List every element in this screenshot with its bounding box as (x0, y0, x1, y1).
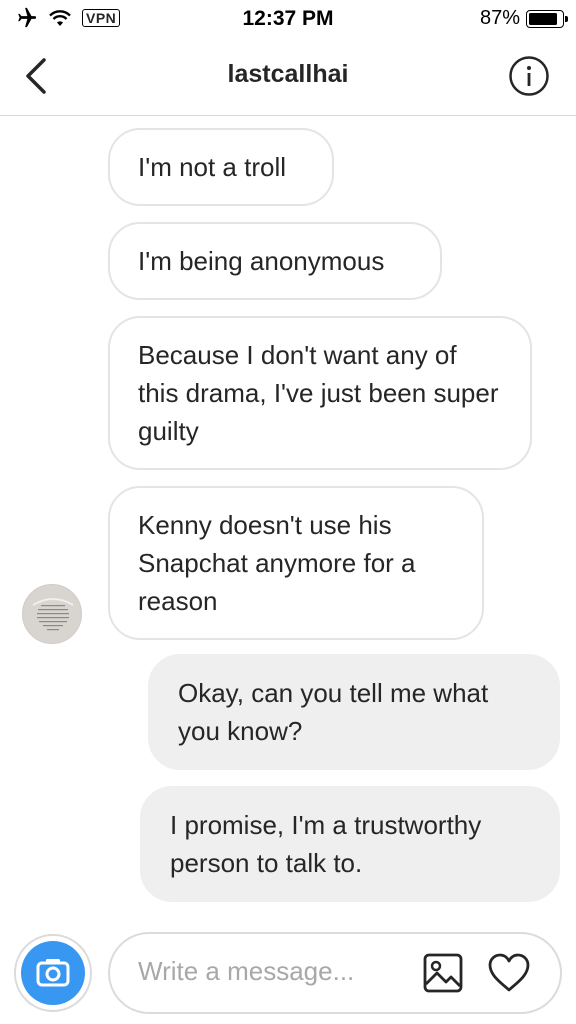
battery-tip (565, 15, 568, 22)
conversation-title[interactable]: lastcallhai (0, 60, 576, 89)
gallery-button[interactable] (422, 952, 464, 994)
camera-button-fill (21, 941, 85, 1005)
sender-avatar[interactable] (22, 584, 82, 644)
battery-percent: 87% (479, 7, 520, 29)
message-bubble-incoming[interactable]: I'm not a troll (108, 128, 334, 206)
like-button[interactable] (486, 952, 532, 994)
message-bubble-incoming[interactable]: Because I don't want any of this drama, … (108, 316, 532, 470)
message-bubble-incoming[interactable]: Kenny doesn't use his Snapchat anymore f… (108, 486, 484, 640)
image-icon (423, 953, 463, 993)
message-bubble-outgoing[interactable]: I promise, I'm a trustworthy person to t… (140, 786, 560, 902)
camera-button[interactable] (14, 934, 92, 1012)
message-bubble-incoming[interactable]: I'm being anonymous (108, 222, 442, 300)
avatar-image (23, 585, 81, 643)
camera-icon (36, 959, 70, 987)
message-composer: Write a message... (0, 930, 576, 1016)
message-bubble-outgoing[interactable]: Okay, can you tell me what you know? (148, 654, 560, 770)
battery-icon (526, 9, 568, 28)
status-bar: VPN 12:37 PM 87% (0, 0, 576, 40)
message-input-placeholder[interactable]: Write a message... (138, 956, 354, 987)
heart-icon (488, 953, 530, 992)
info-button[interactable] (508, 55, 550, 97)
battery-fill (529, 12, 557, 25)
status-right: 87% (479, 7, 568, 30)
info-icon (509, 56, 549, 96)
message-input[interactable]: Write a message... (108, 932, 562, 1014)
conversation-header: lastcallhai (0, 40, 576, 116)
